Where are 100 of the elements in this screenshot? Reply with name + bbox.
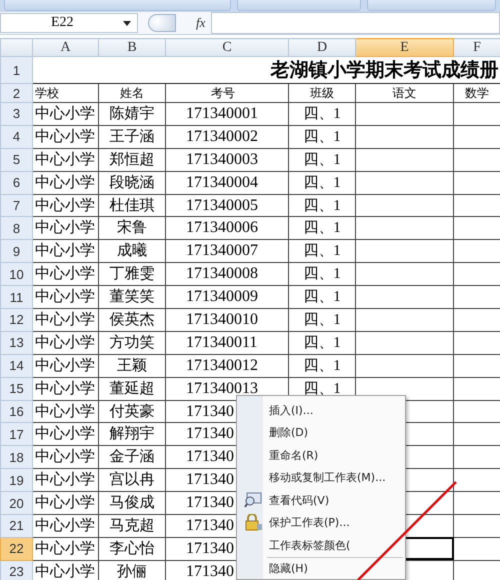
table-cell: 171340 xyxy=(186,448,234,466)
table-cell: 陈婧宇 xyxy=(110,106,154,122)
table-cell: 四、1 xyxy=(303,289,341,306)
menu-item[interactable]: 隐藏(H) xyxy=(237,558,405,580)
table-cell: 丁雅雯 xyxy=(110,266,154,282)
table-cell: 四、1 xyxy=(303,266,341,282)
table-cell: 中心小学 xyxy=(35,220,95,236)
table-cell: 171340001 xyxy=(186,104,258,122)
ribbon-group[interactable] xyxy=(366,0,496,11)
row-header[interactable]: 11 xyxy=(0,286,32,309)
row-header[interactable]: 23 xyxy=(0,560,32,580)
table-cell: 中心小学 xyxy=(35,266,95,282)
table-cell: 王子涵 xyxy=(110,128,154,145)
table-cell: 杜佳琪 xyxy=(110,198,154,214)
row-header[interactable]: 22 xyxy=(0,537,32,560)
row-header[interactable]: 14 xyxy=(0,354,32,378)
table-cell: 171340005 xyxy=(186,196,258,214)
select-all-button[interactable] xyxy=(0,38,32,56)
column-header[interactable]: A xyxy=(32,38,98,56)
column-header[interactable]: B xyxy=(98,38,166,56)
table-cell: 中心小学 xyxy=(35,128,95,145)
table-cell: 中心小学 xyxy=(35,174,95,191)
row-header[interactable]: 19 xyxy=(0,468,32,492)
table-cell: 考号 xyxy=(211,86,235,100)
table-cell: 宫以冉 xyxy=(110,472,154,488)
table-cell: 四、1 xyxy=(303,358,341,374)
row-header[interactable]: 17 xyxy=(0,422,32,446)
menu-item[interactable]: 重命名(R) xyxy=(237,444,405,466)
row-header[interactable]: 1 xyxy=(0,56,32,84)
table-cell: 孙俪 xyxy=(117,564,147,580)
table-cell: 语文 xyxy=(392,86,416,100)
row-header[interactable]: 6 xyxy=(0,171,32,194)
table-cell: 171340011 xyxy=(186,334,258,351)
row-header[interactable]: 21 xyxy=(0,514,32,538)
menu-item[interactable]: 移动或复制工作表(M)... xyxy=(237,466,405,489)
menu-item[interactable]: 工作表标签颜色( xyxy=(237,534,405,556)
table-cell: 171340002 xyxy=(186,128,258,145)
column-header[interactable]: D xyxy=(288,38,356,56)
table-cell: 171340003 xyxy=(186,150,258,168)
menu-item[interactable]: 查看代码(V) xyxy=(237,489,405,512)
row-header[interactable]: 5 xyxy=(0,148,32,172)
table-cell: 171340 xyxy=(186,516,234,534)
row-header[interactable]: 15 xyxy=(0,377,32,400)
ribbon-group[interactable] xyxy=(237,0,361,11)
row-header[interactable]: 8 xyxy=(0,216,32,240)
row-header[interactable]: 7 xyxy=(0,194,32,217)
row-header[interactable]: 3 xyxy=(0,102,32,126)
column-header[interactable]: F xyxy=(454,38,500,56)
table-cell: 171340 xyxy=(186,562,234,580)
table-cell: 中心小学 xyxy=(35,449,95,466)
row-header[interactable]: 9 xyxy=(0,240,32,263)
row-header[interactable]: 13 xyxy=(0,331,32,354)
table-cell: 171340 xyxy=(186,494,234,512)
table-cell: 四、1 xyxy=(303,312,341,328)
table-cell: 中心小学 xyxy=(35,106,95,122)
row-header[interactable]: 2 xyxy=(0,84,32,102)
table-cell: 四、1 xyxy=(303,334,341,351)
table-cell: 四、1 xyxy=(303,174,341,191)
insert-function-button[interactable]: fx xyxy=(176,15,212,31)
row-header[interactable]: 10 xyxy=(0,262,32,286)
table-cell: 中心小学 xyxy=(35,495,95,512)
table-cell: 171340010 xyxy=(186,310,258,328)
table-cell: 171340 xyxy=(186,540,234,557)
table-cell: 171340012 xyxy=(186,356,258,374)
column-header[interactable]: C xyxy=(166,38,288,56)
row-header[interactable]: 18 xyxy=(0,446,32,469)
table-cell: 171340006 xyxy=(186,219,258,236)
row-header[interactable]: 12 xyxy=(0,308,32,332)
table-cell: 171340 xyxy=(186,471,234,488)
table-cell: 学校 xyxy=(35,86,59,100)
menu-item[interactable]: 插入(I)... xyxy=(237,399,405,422)
column-header[interactable]: E xyxy=(356,38,454,56)
table-cell: 中心小学 xyxy=(35,380,95,397)
row-header[interactable]: 20 xyxy=(0,492,32,515)
table-cell: 四、1 xyxy=(303,380,341,397)
formula-field[interactable] xyxy=(211,12,500,34)
sheet-title: 老湖镇小学期末考试成绩册 xyxy=(270,59,498,81)
row-header[interactable]: 4 xyxy=(0,125,32,148)
formula-bar-handle[interactable] xyxy=(148,14,176,32)
table-cell: 四、1 xyxy=(303,106,341,122)
table-cell: 中心小学 xyxy=(35,243,95,260)
table-cell: 数学 xyxy=(465,86,489,100)
menu-item[interactable]: 保护工作表(P)... xyxy=(237,512,405,534)
row-header[interactable]: 16 xyxy=(0,400,32,423)
table-cell: 中心小学 xyxy=(35,334,95,351)
table-cell: 董延超 xyxy=(110,380,154,397)
table-cell: 中心小学 xyxy=(35,472,95,488)
table-cell: 郑恒超 xyxy=(110,152,154,168)
table-cell: 中心小学 xyxy=(35,152,95,168)
table-cell: 四、1 xyxy=(303,152,341,168)
table-cell: 姓名 xyxy=(120,86,144,100)
table-cell: 李心怡 xyxy=(110,540,154,557)
table-cell: 171340004 xyxy=(186,174,258,191)
table-cell: 方功笑 xyxy=(110,334,154,351)
caret-icon[interactable] xyxy=(123,20,131,26)
magnifier-window-icon xyxy=(244,492,262,508)
name-box[interactable]: E22 xyxy=(0,13,138,33)
menu-item[interactable]: 删除(D) xyxy=(237,422,405,444)
ribbon-group[interactable] xyxy=(4,0,232,11)
table-cell: 171340009 xyxy=(186,288,258,306)
